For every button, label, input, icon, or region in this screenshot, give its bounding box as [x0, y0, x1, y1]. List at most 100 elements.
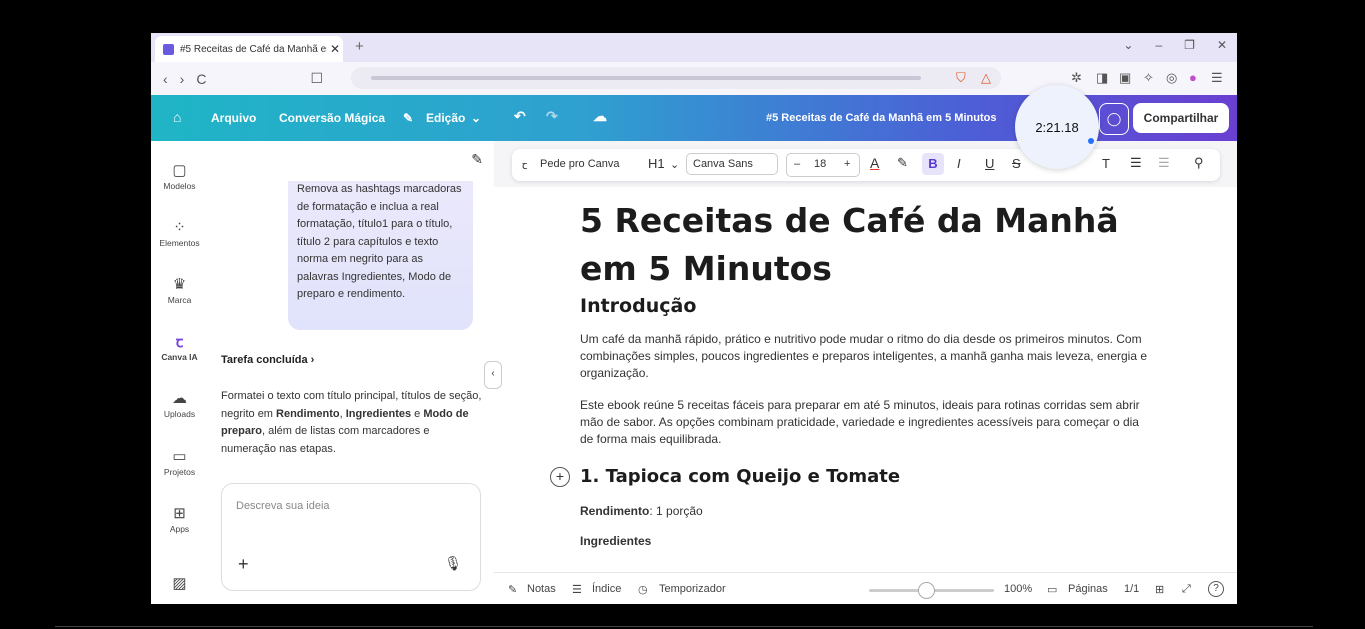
- pages-button[interactable]: Páginas: [1068, 583, 1108, 595]
- font-select[interactable]: Canva Sans: [686, 153, 778, 175]
- rail-marca[interactable]: ♛ Marca: [151, 275, 208, 305]
- home-icon[interactable]: ⌂: [173, 109, 181, 125]
- rendimento-value: : 1 porção: [649, 504, 703, 518]
- rail-images[interactable]: ▨: [151, 574, 208, 594]
- rail-label: Apps: [169, 524, 190, 534]
- format-painter-icon[interactable]: ⚲: [1194, 155, 1204, 171]
- document-page[interactable]: 5 Receitas de Café da Manhã em 5 Minutos…: [494, 187, 1237, 572]
- chevron-down-icon[interactable]: ⌄: [670, 158, 679, 171]
- intro-paragraph-1[interactable]: Um café da manhã rápido, prático e nutri…: [580, 331, 1150, 382]
- outdent-icon[interactable]: ☰: [1158, 155, 1170, 171]
- comments-icon[interactable]: ◯: [1099, 103, 1129, 135]
- extensions-icon[interactable]: ✲: [1071, 70, 1082, 86]
- window-controls: ⌄ – ❐ ✕: [1123, 38, 1227, 52]
- rail-apps[interactable]: ⊞ Apps: [151, 504, 208, 534]
- timer-button[interactable]: Temporizador: [659, 583, 726, 595]
- minimize-icon[interactable]: –: [1155, 38, 1162, 52]
- intro-paragraph-2[interactable]: Este ebook reúne 5 receitas fáceis para …: [580, 397, 1150, 448]
- tab-list-icon[interactable]: ⌄: [1123, 38, 1133, 52]
- chevron-down-icon[interactable]: ⌄: [471, 111, 481, 125]
- recipe-1-heading[interactable]: 1. Tapioca com Queijo e Tomate: [580, 466, 900, 487]
- brave-rewards-icon[interactable]: △: [981, 70, 991, 86]
- rail-canva-ia[interactable]: ꞇ Canva IA: [151, 332, 208, 362]
- forward-icon[interactable]: ›: [180, 71, 185, 87]
- new-chat-icon[interactable]: ✎: [471, 151, 483, 168]
- microphone-icon[interactable]: 🎙︎: [444, 555, 462, 572]
- grid-view-icon[interactable]: ⊞: [1155, 583, 1164, 596]
- index-button[interactable]: Índice: [592, 583, 621, 595]
- fullscreen-icon[interactable]: ⤢: [1182, 583, 1191, 596]
- rail-elementos[interactable]: ⁘ Elementos: [151, 218, 208, 248]
- ask-canva-button[interactable]: Pede pro Canva: [540, 158, 620, 170]
- page-count: 1/1: [1124, 583, 1140, 595]
- side-rail: ▢ Modelos ⁘ Elementos ♛ Marca ꞇ Canva IA…: [151, 141, 208, 604]
- help-icon[interactable]: ?: [1208, 581, 1224, 597]
- zoom-slider-knob[interactable]: [918, 582, 936, 599]
- leo-icon[interactable]: ✧: [1143, 70, 1154, 86]
- timer-icon: ◷: [638, 584, 648, 596]
- task-done-link[interactable]: Tarefa concluída ›: [221, 354, 314, 366]
- add-block-button[interactable]: +: [550, 467, 570, 487]
- rendimento-label: Rendimento: [580, 504, 650, 518]
- italic-icon[interactable]: I: [957, 156, 961, 171]
- ingredientes-label[interactable]: Ingredientes: [580, 533, 1150, 550]
- intro-heading[interactable]: Introdução: [580, 295, 696, 317]
- canva-ai-icon: ꞇ: [175, 334, 184, 351]
- new-tab-button[interactable]: +: [355, 38, 364, 55]
- strikethrough-icon[interactable]: S: [1012, 156, 1021, 171]
- sidebar-icon[interactable]: ◨: [1096, 70, 1108, 86]
- upload-icon: ☁: [172, 390, 187, 407]
- rendimento-line[interactable]: Rendimento: 1 porção: [580, 503, 1150, 520]
- add-icon[interactable]: +: [238, 554, 249, 575]
- notes-icon: ✎: [508, 584, 518, 596]
- close-window-icon[interactable]: ✕: [1217, 38, 1227, 52]
- tab-strip: #5 Receitas de Café da Manhã em 5 Minuto…: [151, 33, 1237, 62]
- text-color-icon[interactable]: A: [870, 155, 879, 171]
- restore-icon[interactable]: ❐: [1184, 38, 1195, 52]
- increase-size-button[interactable]: +: [844, 158, 850, 170]
- index-icon: ☰: [572, 584, 582, 596]
- text-case-icon[interactable]: T: [1102, 156, 1110, 171]
- rail-modelos[interactable]: ▢ Modelos: [151, 161, 208, 191]
- document-title-heading[interactable]: 5 Receitas de Café da Manhã em 5 Minutos: [580, 197, 1180, 293]
- recording-timer: 2:21.18: [1015, 85, 1099, 169]
- tab-close-icon[interactable]: ✕: [327, 42, 343, 56]
- edicao-menu[interactable]: Edição: [426, 111, 465, 125]
- reload-icon[interactable]: C: [196, 71, 206, 87]
- zoom-slider[interactable]: [869, 582, 994, 599]
- share-button[interactable]: Compartilhar: [1133, 103, 1229, 133]
- vpn-icon[interactable]: ◎: [1166, 70, 1177, 86]
- document-title[interactable]: #5 Receitas de Café da Manhã em 5 Minuto…: [766, 112, 996, 124]
- decrease-size-button[interactable]: –: [794, 158, 800, 170]
- url-field[interactable]: [351, 67, 1001, 89]
- rail-uploads[interactable]: ☁ Uploads: [151, 389, 208, 419]
- rail-projetos[interactable]: ▭ Projetos: [151, 447, 208, 477]
- conversao-magica-menu[interactable]: Conversão Mágica: [279, 111, 385, 125]
- bold-icon[interactable]: B: [922, 153, 944, 175]
- highlight-icon[interactable]: ✎: [897, 155, 908, 171]
- canva-favicon-icon: [163, 43, 174, 55]
- redo-icon[interactable]: ↷: [546, 108, 558, 125]
- canva-ai-small-icon: ꞇ: [522, 160, 528, 172]
- ai-reply: Formatei o texto com título principal, t…: [221, 388, 483, 458]
- underline-icon[interactable]: U: [985, 156, 994, 171]
- cloud-saved-icon[interactable]: ☁: [593, 108, 607, 125]
- profile-icon[interactable]: ●: [1189, 70, 1197, 85]
- menu-icon[interactable]: ☰: [1211, 70, 1223, 86]
- brave-shield-icon[interactable]: ⛉: [956, 70, 966, 86]
- notes-button[interactable]: Notas: [527, 583, 556, 595]
- font-size-value[interactable]: 18: [814, 158, 826, 170]
- heading-select[interactable]: H1: [648, 156, 665, 171]
- reply-text: e: [411, 407, 424, 420]
- image-icon: ▨: [172, 575, 187, 592]
- collapse-panel-button[interactable]: ‹: [484, 361, 502, 389]
- indent-icon[interactable]: ☰: [1130, 155, 1142, 171]
- undo-icon[interactable]: ↶: [514, 108, 526, 125]
- browser-tab[interactable]: #5 Receitas de Café da Manhã em 5 Minuto…: [155, 36, 343, 62]
- back-icon[interactable]: ‹: [163, 71, 168, 87]
- arquivo-menu[interactable]: Arquivo: [211, 111, 256, 125]
- zoom-value[interactable]: 100%: [1004, 583, 1032, 595]
- wallet-icon[interactable]: ▣: [1119, 70, 1131, 86]
- bookmark-icon[interactable]: ☐: [310, 70, 323, 87]
- prompt-input[interactable]: Descreva sua ideia + 🎙︎: [221, 483, 481, 591]
